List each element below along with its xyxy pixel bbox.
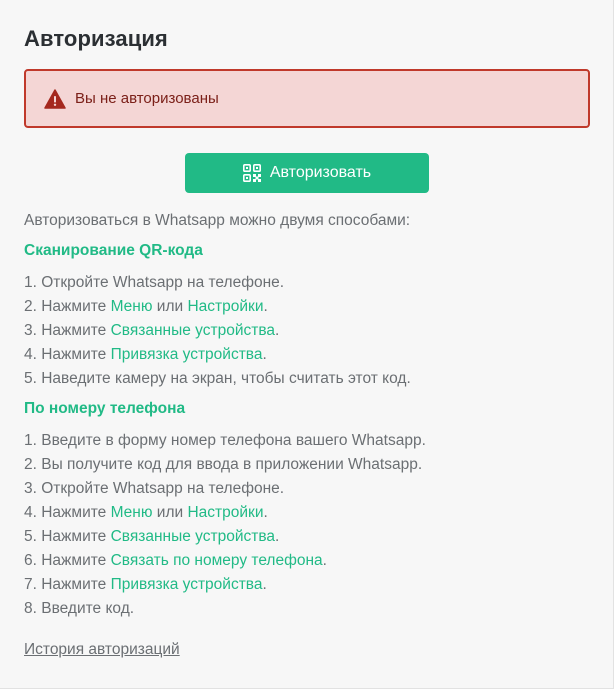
step-text: . xyxy=(275,528,280,545)
step-link[interactable]: Связанные устройства xyxy=(111,528,275,545)
step-text: . xyxy=(263,298,268,315)
page-title: Авторизация xyxy=(24,26,168,51)
not-authorized-alert: Вы не авторизованы xyxy=(24,69,590,128)
step-text: . xyxy=(262,346,267,363)
authorization-history-link[interactable]: История авторизаций xyxy=(24,641,180,659)
step-text: 2. Вы получите код для ввода в приложени… xyxy=(24,456,423,473)
step-item: 2. Вы получите код для ввода в приложени… xyxy=(24,453,594,477)
step-item: 7. Нажмите Привязка устройства. xyxy=(24,573,594,597)
warning-triangle-icon xyxy=(44,88,66,109)
qr-steps-list: 1. Откройте Whatsapp на телефоне. 2. Нажм… xyxy=(24,271,594,391)
step-text: . xyxy=(262,576,267,593)
step-item: 2. Нажмите Меню или Настройки. xyxy=(24,295,594,319)
step-item: 1. Откройте Whatsapp на телефоне. xyxy=(24,271,594,295)
step-text: 5. Наведите камеру на экран, чтобы счита… xyxy=(24,370,411,387)
step-text: 4. Нажмите xyxy=(24,346,111,363)
step-text: 3. Нажмите xyxy=(24,322,111,339)
step-text: 3. Откройте Whatsapp на телефоне. xyxy=(24,480,285,497)
step-text: 5. Нажмите xyxy=(24,528,111,545)
step-text: . xyxy=(322,552,327,569)
step-text: . xyxy=(275,322,280,339)
step-item: 6. Нажмите Связать по номеру телефона. xyxy=(24,549,594,573)
step-item: 5. Нажмите Связанные устройства. xyxy=(24,525,594,549)
instructions: Авторизоваться в Whatsapp можно двумя сп… xyxy=(24,209,594,627)
step-text: 6. Нажмите xyxy=(24,552,111,569)
step-text: 4. Нажмите xyxy=(24,504,111,521)
step-text: 2. Нажмите xyxy=(24,298,111,315)
authorization-panel: Авторизация Вы не авторизованы Авторизов… xyxy=(0,0,614,689)
step-item: 3. Откройте Whatsapp на телефоне. xyxy=(24,477,594,501)
step-text: 8. Введите код. xyxy=(24,600,135,617)
step-link[interactable]: Настройки xyxy=(187,504,263,521)
step-item: 3. Нажмите Связанные устройства. xyxy=(24,319,594,343)
step-item: 4. Нажмите Привязка устройства. xyxy=(24,343,594,367)
phone-section-heading: По номеру телефона xyxy=(24,400,186,417)
step-text: или xyxy=(152,504,188,521)
step-link[interactable]: Связать по номеру телефона xyxy=(111,552,323,569)
step-item: 1. Введите в форму номер телефона вашего… xyxy=(24,429,594,453)
phone-steps-list: 1. Введите в форму номер телефона вашего… xyxy=(24,429,594,621)
authorize-button-label: Авторизовать xyxy=(269,164,372,181)
intro-text: Авторизоваться в Whatsapp можно двумя сп… xyxy=(24,212,411,229)
step-link[interactable]: Связанные устройства xyxy=(111,322,275,339)
step-link[interactable]: Меню xyxy=(111,504,153,521)
step-text: 7. Нажмите xyxy=(24,576,111,593)
step-text: . xyxy=(263,504,268,521)
step-item: 5. Наведите камеру на экран, чтобы счита… xyxy=(24,367,594,391)
step-text: 1. Введите в форму номер телефона вашего… xyxy=(24,432,426,449)
step-link[interactable]: Привязка устройства xyxy=(111,346,263,363)
step-link[interactable]: Настройки xyxy=(187,298,263,315)
authorize-button[interactable]: Авторизовать xyxy=(185,153,429,193)
step-link[interactable]: Привязка устройства xyxy=(111,576,263,593)
step-text: 1. Откройте Whatsapp на телефоне. xyxy=(24,274,285,291)
qr-code-icon xyxy=(242,164,261,183)
step-text: или xyxy=(152,298,188,315)
step-item: 4. Нажмите Меню или Настройки. xyxy=(24,501,594,525)
qr-section-heading: Сканирование QR-кода xyxy=(24,242,203,259)
step-item: 8. Введите код. xyxy=(24,597,594,621)
alert-text: Вы не авторизованы xyxy=(75,90,219,107)
step-link[interactable]: Меню xyxy=(111,298,153,315)
